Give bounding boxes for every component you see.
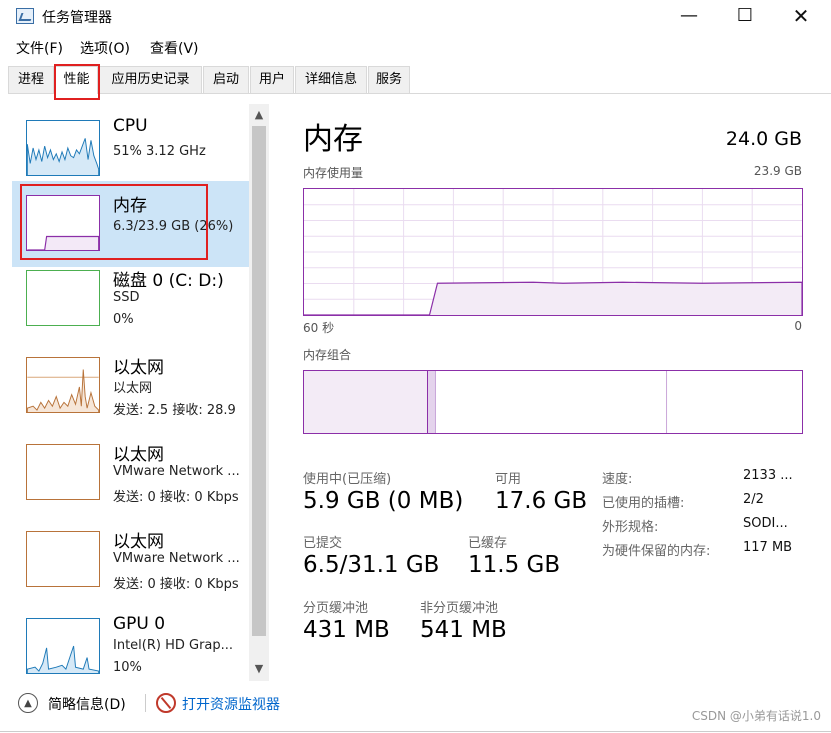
sidebar-item-ethernet[interactable]: 以太网 以太网 发送: 2.5 接收: 28.9 — [12, 343, 249, 429]
sidebar-item-cpu[interactable]: CPU 51% 3.12 GHz — [12, 106, 249, 192]
sidebar-item-gpu[interactable]: GPU 0 Intel(R) HD Grap... 10% — [12, 604, 249, 681]
stat-available-label: 可用 — [495, 472, 522, 487]
sidebar-item-detail: 以太网 — [113, 381, 153, 396]
ethernet-thumbnail-graph — [26, 444, 100, 500]
page-title: 内存 — [303, 122, 363, 157]
chevron-up-icon[interactable]: ▲ — [18, 693, 38, 713]
highlight-box-performance-tab — [54, 64, 100, 100]
stat-cached-value: 11.5 GB — [468, 552, 561, 578]
open-resource-monitor-link[interactable]: 打开资源监视器 — [182, 694, 280, 714]
prop-speed-label: 速度: — [602, 472, 633, 487]
task-manager-icon — [16, 8, 34, 24]
stat-committed-label: 已提交 — [303, 536, 343, 551]
stat-nonpaged-pool-label: 非分页缓冲池 — [420, 601, 499, 616]
total-memory: 24.0 GB — [725, 128, 802, 150]
sidebar-item-detail: Intel(R) HD Grap... — [113, 638, 234, 653]
csdn-watermark: CSDN @小弟有话说1.0 — [691, 709, 821, 723]
sidebar-item-name: GPU 0 — [113, 614, 166, 634]
sidebar-item-name: 以太网 — [113, 532, 164, 552]
gpu-thumbnail-graph — [26, 618, 100, 674]
memory-composition-graph — [303, 370, 803, 434]
ethernet-thumbnail-graph — [26, 357, 100, 413]
fewer-details-button[interactable]: 简略信息(D) — [48, 694, 126, 714]
sidebar-item-detail: SSD — [113, 290, 140, 305]
prop-speed-value: 2133 ... — [743, 468, 793, 483]
memory-usage-graph — [303, 188, 803, 316]
tab-startup[interactable]: 启动 — [203, 66, 249, 93]
sidebar-item-disk[interactable]: 磁盘 0 (C: D:) SSD 0% — [12, 256, 249, 342]
menu-file[interactable]: 文件(F) — [16, 38, 63, 58]
maximize-button[interactable]: ☐ — [722, 0, 768, 32]
stat-nonpaged-pool-value: 541 MB — [420, 617, 507, 643]
memory-detail-panel: 内存 24.0 GB 内存使用量 23.9 GB 60 秒 0 内存组合 使用中… — [300, 104, 810, 681]
sidebar-item-detail-2: 10% — [113, 660, 142, 675]
sidebar-item-detail-2: 发送: 0 接收: 0 Kbps — [113, 577, 239, 592]
sidebar-item-detail: VMware Network ... — [113, 551, 240, 566]
prop-hardware-reserved-label: 为硬件保留的内存: — [602, 544, 711, 559]
sidebar-item-detail: VMware Network ... — [113, 464, 240, 479]
tab-services[interactable]: 服务 — [368, 66, 410, 93]
highlight-box-memory-item — [20, 184, 208, 260]
sidebar-item-ethernet-vmware-1[interactable]: 以太网 VMware Network ... 发送: 0 接收: 0 Kbps — [12, 430, 249, 516]
footer-bar: ▲ 简略信息(D) 打开资源监视器 CSDN @小弟有话说1.0 — [0, 685, 831, 725]
tab-details[interactable]: 详细信息 — [295, 66, 367, 93]
stat-available-value: 17.6 GB — [495, 488, 588, 514]
scroll-up-arrow-icon[interactable]: ▲ — [249, 106, 269, 124]
prop-form-factor-label: 外形规格: — [602, 520, 659, 535]
sidebar-item-detail-2: 发送: 2.5 接收: 28.9 — [113, 403, 236, 418]
time-axis-start: 60 秒 — [303, 321, 335, 335]
tab-processes[interactable]: 进程 — [8, 66, 54, 93]
menu-view[interactable]: 查看(V) — [150, 38, 199, 58]
disk-thumbnail-graph — [26, 270, 100, 326]
sidebar-item-name: 磁盘 0 (C: D:) — [113, 271, 224, 291]
sidebar-item-detail: 51% 3.12 GHz — [113, 144, 206, 159]
prop-hardware-reserved-value: 117 MB — [743, 540, 793, 555]
stat-cached-label: 已缓存 — [468, 536, 508, 551]
stat-in-use-label: 使用中(已压缩) — [303, 472, 392, 487]
close-button[interactable]: ✕ — [778, 0, 824, 32]
sidebar-item-detail-2: 0% — [113, 312, 134, 327]
memory-usage-line — [304, 281, 802, 315]
sidebar-item-ethernet-vmware-2[interactable]: 以太网 VMware Network ... 发送: 0 接收: 0 Kbps — [12, 517, 249, 603]
sidebar-item-name: 以太网 — [113, 445, 164, 465]
prop-slots-value: 2/2 — [743, 492, 764, 507]
menu-options[interactable]: 选项(O) — [80, 38, 130, 58]
footer-divider — [145, 694, 146, 712]
sidebar-scrollbar[interactable]: ▲ ▼ — [249, 104, 269, 681]
cpu-thumbnail-graph — [26, 120, 100, 176]
scrollbar-thumb[interactable] — [252, 126, 266, 636]
usage-graph-label: 内存使用量 — [303, 166, 364, 180]
time-axis-end: 0 — [794, 319, 802, 333]
minimize-button[interactable]: — — [666, 0, 712, 32]
resource-monitor-icon[interactable] — [156, 693, 176, 713]
sidebar-item-name: CPU — [113, 116, 148, 136]
stat-paged-pool-label: 分页缓冲池 — [303, 601, 369, 616]
sidebar-item-name: 以太网 — [113, 358, 164, 378]
composition-graph-label: 内存组合 — [303, 348, 352, 362]
prop-slots-label: 已使用的插槽: — [602, 496, 685, 511]
ethernet-thumbnail-graph — [26, 531, 100, 587]
scroll-down-arrow-icon[interactable]: ▼ — [249, 660, 269, 678]
window-title: 任务管理器 — [42, 10, 112, 26]
prop-form-factor-value: SODI... — [743, 516, 788, 531]
stat-paged-pool-value: 431 MB — [303, 617, 390, 643]
title-bar: 任务管理器 — ☐ ✕ — [0, 0, 831, 34]
sidebar-item-detail-2: 发送: 0 接收: 0 Kbps — [113, 490, 239, 505]
tab-divider — [8, 93, 831, 94]
usage-graph-max: 23.9 GB — [753, 164, 802, 178]
tab-app-history[interactable]: 应用历史记录 — [99, 66, 202, 93]
tab-users[interactable]: 用户 — [250, 66, 294, 93]
stat-committed-value: 6.5/31.1 GB — [303, 552, 440, 578]
bottom-border — [0, 731, 831, 732]
stat-in-use-value: 5.9 GB (0 MB) — [303, 488, 464, 514]
